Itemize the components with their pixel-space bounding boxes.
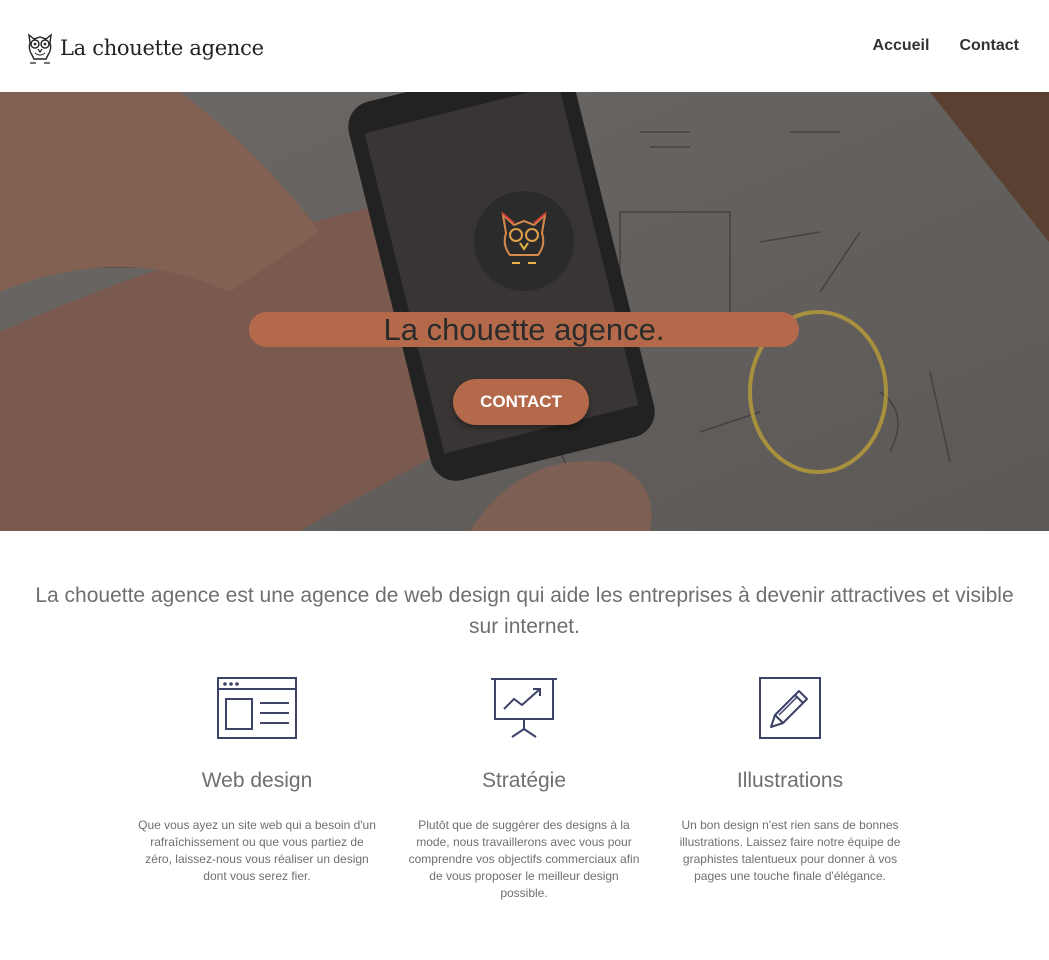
browser-window-icon [217,677,297,739]
owl-icon [501,212,547,264]
hero-owl-emblem [474,191,574,291]
service-title: Web design [201,769,313,792]
contact-button[interactable]: CONTACT [453,379,589,425]
service-illustrations: Illustrations Un bon design n'est rien s… [670,677,910,883]
hero-banner: La chouette agence. CONTACT [0,92,1049,531]
site-logo[interactable]: La chouette agence [24,28,264,68]
pencil-square-icon [759,677,821,739]
main-nav: Accueil Contact [873,37,1019,55]
nav-link-accueil[interactable]: Accueil [873,37,930,55]
intro-text: La chouette agence est une agence de web… [35,584,1014,638]
nav-link-contact[interactable]: Contact [959,37,1019,55]
service-title: Stratégie [481,769,567,792]
service-web-design: Web design Que vous ayez un site web qui… [137,677,377,883]
site-header: La chouette agence Accueil Contact [0,0,1049,92]
hero-title: La chouette agence. [249,312,799,347]
service-title: Illustrations [736,769,844,792]
service-description: Un bon design n'est rien sans de bonnes … [679,818,901,883]
logo-text: La chouette agence [60,36,264,60]
presentation-chart-icon [491,678,557,738]
service-description: Que vous ayez un site web qui a besoin d… [138,818,376,883]
service-strategie: Stratégie Plutôt que de suggérer des des… [404,677,644,900]
service-description: Plutôt que de suggérer des designs à la … [408,818,640,900]
owl-logo-icon [28,33,52,64]
